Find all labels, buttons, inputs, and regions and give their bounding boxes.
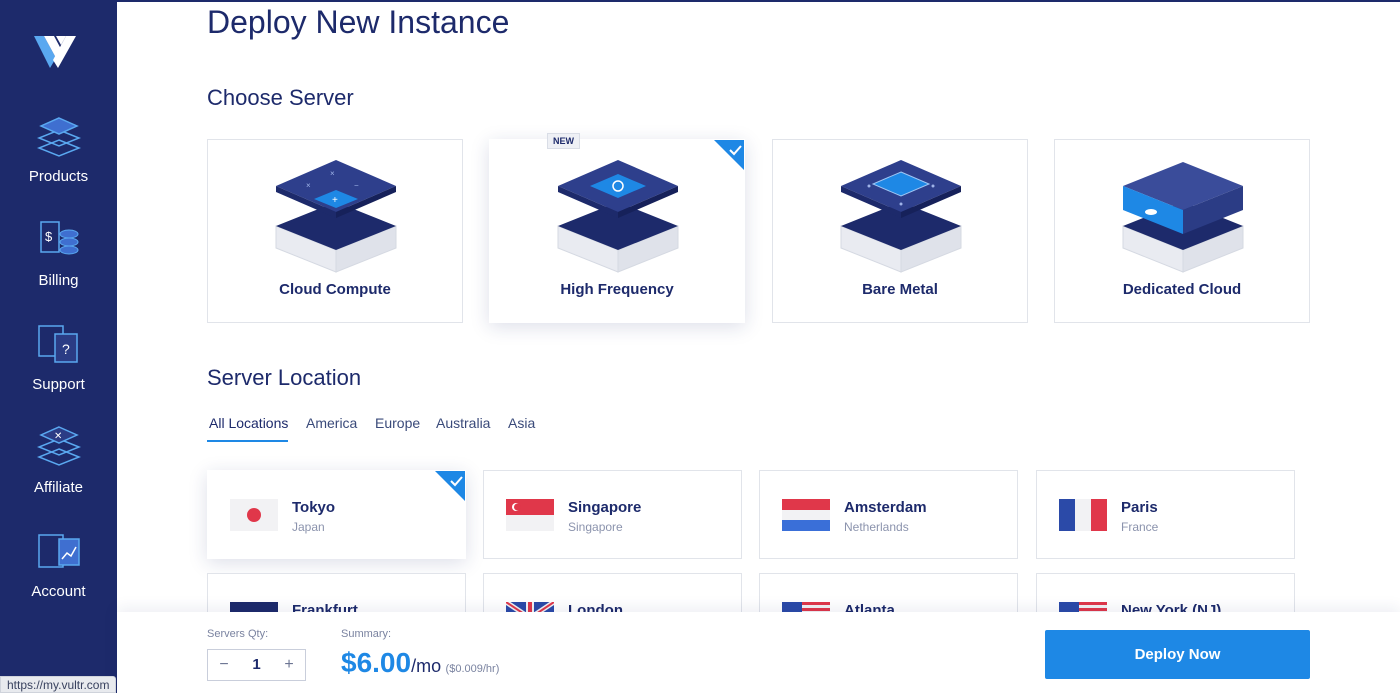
bare-metal-icon [840,160,962,273]
qty-increment-button[interactable]: + [273,650,305,680]
page-title: Deploy New Instance [207,4,510,40]
location-city: Paris [1121,499,1158,516]
price-hourly: ($0.009/hr) [445,663,500,675]
new-badge: NEW [547,133,580,149]
app-window: Products $ Billing ? Support ✕ Affiliate… [0,0,1400,693]
svg-text:−: − [354,181,359,190]
servers-qty-label: Servers Qty: [207,628,269,640]
svg-text:$: $ [45,229,53,244]
sidebar-item-label: Billing [38,272,79,289]
server-card-cloud-compute[interactable]: + × × − Cloud Compute [207,139,463,323]
tab-america[interactable]: America [306,415,357,431]
svg-text:+: + [332,195,338,206]
support-icon: ? [37,325,78,363]
location-card-amsterdam[interactable]: Amsterdam Netherlands [759,470,1018,559]
sidebar-item-label: Support [32,376,85,393]
location-card-singapore[interactable]: Singapore Singapore [483,470,742,559]
server-card-label: Cloud Compute [279,281,391,298]
qty-value[interactable]: 1 [240,650,273,680]
location-card-tokyo[interactable]: Tokyo Japan [207,470,466,559]
high-frequency-icon [557,160,679,273]
server-location-title: Server Location [207,365,362,390]
dedicated-cloud-icon [1122,162,1244,273]
location-country: Singapore [568,520,623,534]
location-country: Netherlands [844,520,909,534]
sidebar-item-label: Products [28,168,89,185]
tab-all-locations[interactable]: All Locations [209,415,288,431]
server-card-high-frequency[interactable]: NEW High Frequency [489,133,745,323]
selected-check-icon [714,140,744,170]
sidebar-item-label: Affiliate [34,479,83,496]
summary-label: Summary: [341,628,392,640]
vultr-logo[interactable] [34,32,78,72]
server-card-label: High Frequency [560,281,674,298]
server-card-label: Bare Metal [862,281,938,298]
price-period: /mo [411,656,442,676]
deploy-now-button[interactable]: Deploy Now [1045,630,1310,679]
affiliate-icon: ✕ [36,426,81,466]
main-content: Deploy New Instance Choose Server + × × … [117,0,1400,693]
sidebar-item-support[interactable]: ? Support [0,318,117,393]
sidebar-item-products[interactable]: Products [0,110,117,185]
tab-australia[interactable]: Australia [436,415,490,431]
singapore-flag-icon [506,499,554,531]
sidebar: Products $ Billing ? Support ✕ Affiliate… [0,0,117,693]
price-monthly: $6.00 [341,647,412,678]
active-tab-indicator [207,440,288,442]
products-icon [36,117,81,157]
sidebar-item-label: Account [31,583,86,600]
cloud-compute-icon: + × × − [275,160,397,273]
server-card-dedicated-cloud[interactable]: Dedicated Cloud [1054,139,1310,323]
server-card-bare-metal[interactable]: Bare Metal [772,139,1028,323]
svg-text:✕: ✕ [54,431,62,442]
location-city: Tokyo [292,499,336,516]
france-flag-icon [1059,499,1107,531]
billing-icon: $ [39,221,78,255]
status-url: https://my.vultr.com [0,676,117,693]
sidebar-item-account[interactable]: Account [0,525,117,600]
location-city: Amsterdam [844,499,927,516]
tab-europe[interactable]: Europe [375,415,420,431]
location-city: Singapore [568,499,642,516]
location-country: France [1121,520,1159,534]
svg-text:×: × [306,181,311,190]
server-card-label: Dedicated Cloud [1122,281,1242,298]
location-country: Japan [292,520,325,534]
choose-server-title: Choose Server [207,85,354,110]
tab-asia[interactable]: Asia [508,415,535,431]
japan-flag-icon [230,499,278,531]
svg-text:?: ? [62,341,70,357]
sidebar-item-billing[interactable]: $ Billing [0,214,117,289]
selected-check-icon [435,471,465,501]
sidebar-item-affiliate[interactable]: ✕ Affiliate [0,421,117,496]
netherlands-flag-icon [782,499,830,531]
servers-qty-stepper: − 1 + [207,649,306,681]
price-summary: $6.00/mo ($0.009/hr) [341,647,499,679]
svg-text:×: × [330,169,335,178]
deploy-footer: Servers Qty: − 1 + Summary: $6.00/mo ($0… [117,612,1400,693]
location-card-paris[interactable]: Paris France [1036,470,1295,559]
qty-decrement-button[interactable]: − [208,650,240,680]
account-icon [37,534,80,568]
